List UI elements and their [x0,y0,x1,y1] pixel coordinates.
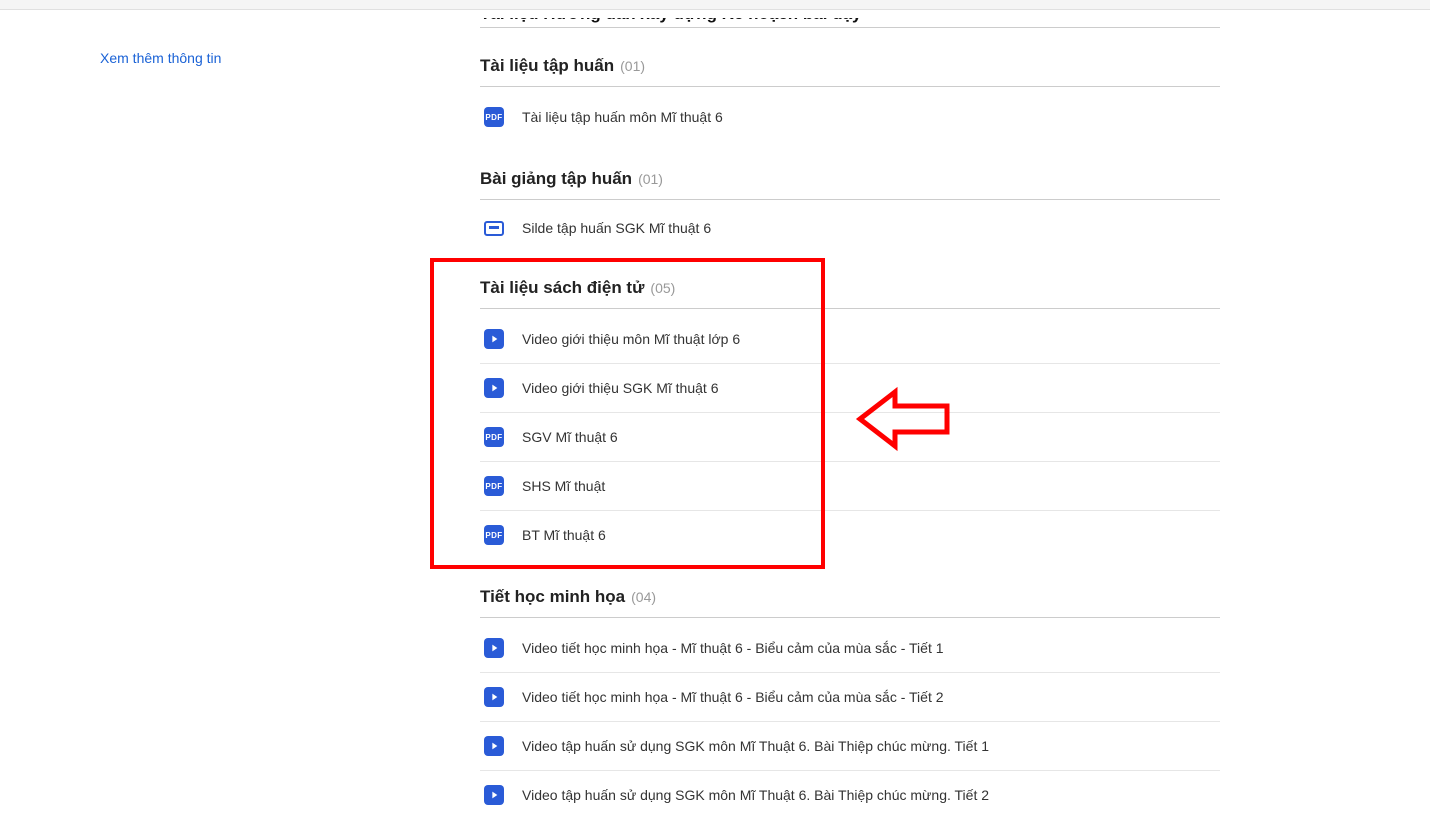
item-label: Video tiết học minh họa - Mĩ thuật 6 - B… [522,689,944,705]
list-item[interactable]: PDF Tài liệu tập huấn môn Mĩ thuật 6 [480,93,1220,141]
list-item[interactable]: Video tiết học minh họa - Mĩ thuật 6 - B… [480,624,1220,673]
list-item[interactable]: Silde tập huấn SGK Mĩ thuật 6 [480,206,1220,250]
list-item[interactable]: PDF BT Mĩ thuật 6 [480,511,1220,559]
section-title: Tài liệu Hướng dẫn xây dựng Kế hoạch bài… [480,18,862,24]
page: Xem thêm thông tin Tài liệu Hướng dẫn xâ… [0,18,1430,819]
list-item[interactable]: Video tập huấn sử dụng SGK môn Mĩ Thuật … [480,771,1220,819]
video-icon [484,638,504,658]
section-header: Tài liệu Hướng dẫn xây dựng Kế hoạch bài… [480,18,1220,28]
item-label: Silde tập huấn SGK Mĩ thuật 6 [522,220,711,236]
pdf-icon: PDF [484,107,504,127]
section-title: Tài liệu sách điện tử [480,278,644,298]
item-label: SGV Mĩ thuật 6 [522,429,618,445]
section: Bài giảng tập huấn (01) Silde tập huấn SGK… [480,169,1220,250]
list-item[interactable]: Video tập huấn sử dụng SGK môn Mĩ Thuật … [480,722,1220,771]
section-header: Bài giảng tập huấn (01) [480,169,1220,200]
item-label: Video giới thiệu môn Mĩ thuật lớp 6 [522,331,740,347]
video-icon [484,687,504,707]
section-title: Bài giảng tập huấn [480,169,632,189]
section-count: (01) [620,58,645,74]
item-label: Video tiết học minh họa - Mĩ thuật 6 - B… [522,640,944,656]
section: Tài liệu sách điện tử (05) Video giới thiệ… [480,278,1220,559]
list-item[interactable]: Video giới thiệu môn Mĩ thuật lớp 6 [480,315,1220,364]
video-icon [484,378,504,398]
section: Tiết học minh họa (04) Video tiết học minh… [480,587,1220,819]
list-item[interactable]: PDF SHS Mĩ thuật [480,462,1220,511]
list-item[interactable]: Video giới thiệu SGK Mĩ thuật 6 [480,364,1220,413]
section-header: Tiết học minh họa (04) [480,587,1220,618]
item-label: SHS Mĩ thuật [522,478,605,494]
section-title: Tiết học minh họa [480,587,625,607]
video-icon [484,736,504,756]
pdf-icon: PDF [484,427,504,447]
topbar [0,0,1430,10]
item-label: Tài liệu tập huấn môn Mĩ thuật 6 [522,109,723,125]
video-icon [484,329,504,349]
list-item[interactable]: PDF SGV Mĩ thuật 6 [480,413,1220,462]
list-item[interactable]: Video tiết học minh họa - Mĩ thuật 6 - B… [480,673,1220,722]
item-label: BT Mĩ thuật 6 [522,527,606,543]
item-label: Video tập huấn sử dụng SGK môn Mĩ Thuật … [522,738,989,754]
section-header: Tài liệu tập huấn (01) [480,56,1220,87]
more-info-link[interactable]: Xem thêm thông tin [100,50,221,66]
slide-icon [484,221,504,236]
sidebar: Xem thêm thông tin [100,18,360,819]
main-content: Tài liệu Hướng dẫn xây dựng Kế hoạch bài… [480,18,1220,819]
item-label: Video giới thiệu SGK Mĩ thuật 6 [522,380,718,396]
section-count: (01) [638,171,663,187]
section-header: Tài liệu sách điện tử (05) [480,278,1220,309]
section-title: Tài liệu tập huấn [480,56,614,76]
section-count: (05) [650,280,675,296]
item-label: Video tập huấn sử dụng SGK môn Mĩ Thuật … [522,787,989,803]
pdf-icon: PDF [484,476,504,496]
video-icon [484,785,504,805]
section-count: (04) [631,589,656,605]
pdf-icon: PDF [484,525,504,545]
section: Tài liệu tập huấn (01) PDF Tài liệu tập huấ… [480,56,1220,141]
